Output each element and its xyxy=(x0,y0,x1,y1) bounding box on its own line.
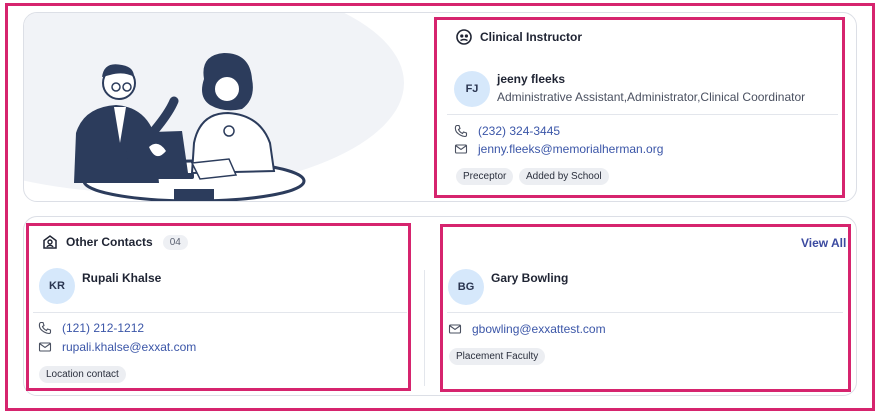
avatar: FJ xyxy=(454,71,490,107)
tag-placement-faculty: Placement Faculty xyxy=(449,348,546,365)
view-all-link[interactable]: View All xyxy=(801,236,846,250)
divider xyxy=(447,312,843,313)
other-contacts-header: Other Contacts 04 xyxy=(42,234,188,250)
instructor-roles: Administrative Assistant,Administrator,C… xyxy=(497,90,806,104)
avatar: BG xyxy=(448,269,484,305)
instructor-phone-link[interactable]: (232) 324-3445 xyxy=(478,124,560,138)
tag-location-contact: Location contact xyxy=(39,366,126,383)
instructor-icon xyxy=(456,29,472,45)
tag-added-by-school: Added by School xyxy=(519,168,609,185)
phone-icon xyxy=(38,321,52,335)
contact-2-highlight xyxy=(440,224,851,392)
avatar: KR xyxy=(39,268,75,304)
instructor-email-row: jenny.fleeks@memorialherman.org xyxy=(454,142,663,156)
contact-email-row: rupali.khalse@exxat.com xyxy=(38,340,196,354)
clinical-instructor-header: Clinical Instructor xyxy=(456,29,582,45)
instructor-phone-row: (232) 324-3445 xyxy=(454,124,560,138)
clinical-instructor-title: Clinical Instructor xyxy=(480,30,583,44)
meeting-illustration xyxy=(24,13,404,201)
instructor-name: jeeny fleeks xyxy=(497,72,566,86)
contact-phone-link[interactable]: (121) 212-1212 xyxy=(62,321,144,335)
other-contacts-title: Other Contacts xyxy=(66,235,153,249)
email-icon xyxy=(38,340,52,354)
instructor-email-link[interactable]: jenny.fleeks@memorialherman.org xyxy=(478,142,663,156)
contact-email-link[interactable]: rupali.khalse@exxat.com xyxy=(62,340,196,354)
email-icon xyxy=(448,322,462,336)
divider xyxy=(447,114,838,115)
contact-name: Gary Bowling xyxy=(491,271,569,285)
contact-phone-row: (121) 212-1212 xyxy=(38,321,144,335)
contacts-icon xyxy=(42,234,58,250)
contacts-count-badge: 04 xyxy=(162,234,188,250)
contact-name: Rupali Khalse xyxy=(82,271,162,285)
email-icon xyxy=(454,142,468,156)
phone-icon xyxy=(454,124,468,138)
contact-email-row: gbowling@exxattest.com xyxy=(448,322,606,336)
tag-preceptor: Preceptor xyxy=(456,168,514,185)
contact-email-link[interactable]: gbowling@exxattest.com xyxy=(472,322,606,336)
vertical-divider xyxy=(424,270,425,386)
divider xyxy=(33,312,407,313)
